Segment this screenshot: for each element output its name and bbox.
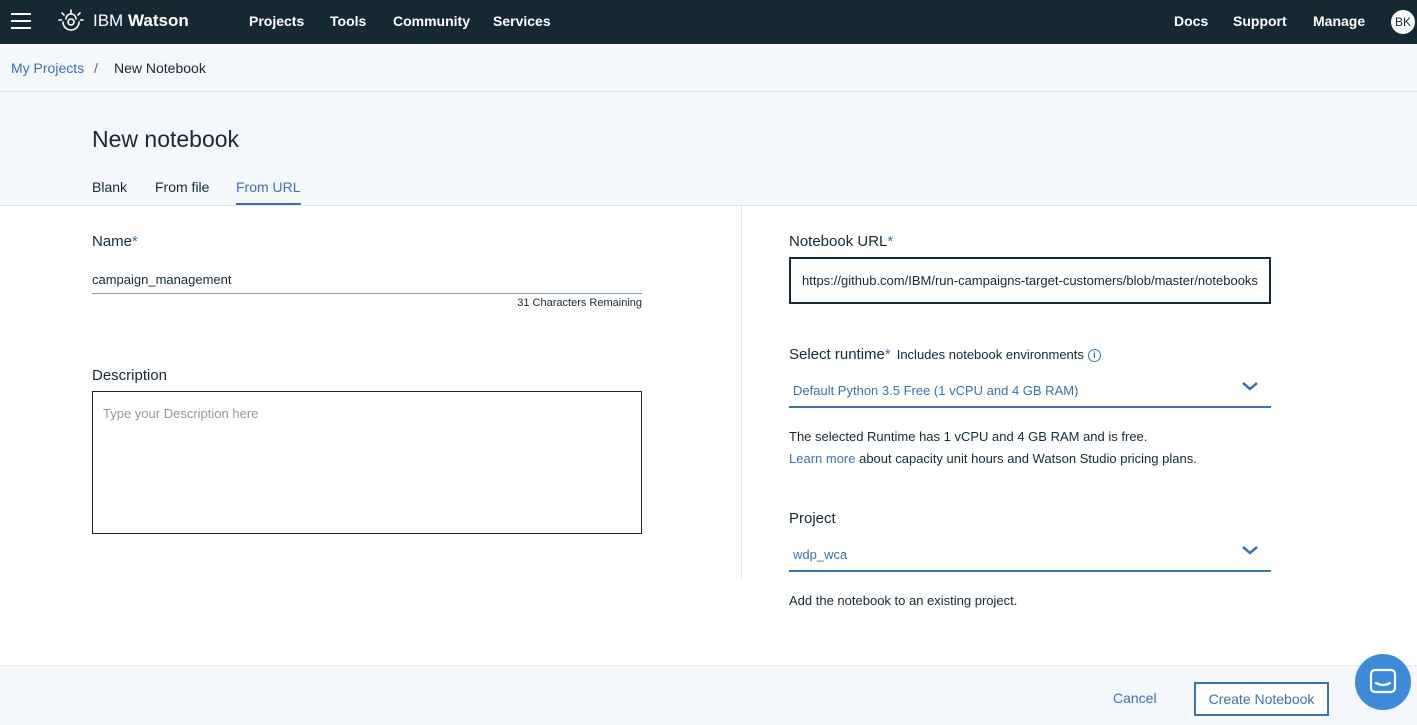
runtime-label: Select runtime* Includes notebook environ… — [789, 346, 1101, 363]
nav-community[interactable]: Community — [393, 13, 470, 29]
pricing-help: Learn more about capacity unit hours and… — [789, 451, 1197, 466]
project-label: Project — [789, 510, 836, 527]
tab-blank[interactable]: Blank — [92, 179, 127, 203]
tab-from-url[interactable]: From URL — [236, 179, 301, 205]
learn-more-link[interactable]: Learn more — [789, 451, 855, 466]
breadcrumb-current: New Notebook — [114, 60, 206, 76]
nav-support[interactable]: Support — [1233, 13, 1287, 29]
runtime-select[interactable]: Default Python 3.5 Free (1 vCPU and 4 GB… — [789, 372, 1271, 408]
project-help: Add the notebook to an existing project. — [789, 593, 1018, 608]
page-header: New notebook Blank From file From URL — [0, 92, 1417, 206]
chat-button[interactable] — [1355, 654, 1411, 710]
cancel-button[interactable]: Cancel — [1113, 690, 1157, 706]
runtime-select-value: Default Python 3.5 Free (1 vCPU and 4 GB… — [793, 383, 1079, 398]
chevron-down-icon — [1242, 382, 1258, 391]
runtime-help: The selected Runtime has 1 vCPU and 4 GB… — [789, 429, 1148, 444]
runtime-hint: Includes notebook environments — [896, 347, 1084, 362]
nav-tools[interactable]: Tools — [330, 13, 366, 29]
nav-manage[interactable]: Manage — [1313, 13, 1365, 29]
chat-icon — [1369, 668, 1397, 694]
description-textarea[interactable] — [92, 391, 642, 534]
chars-remaining: 31 Characters Remaining — [517, 297, 642, 309]
watson-logo-icon[interactable] — [57, 8, 85, 36]
info-icon[interactable]: i — [1087, 349, 1101, 362]
breadcrumb-separator: / — [94, 60, 98, 76]
column-divider — [741, 206, 742, 578]
nav-docs[interactable]: Docs — [1174, 13, 1208, 29]
footer-actions: Cancel Create Notebook — [0, 665, 1417, 725]
project-select-value: wdp_wca — [793, 547, 848, 562]
breadcrumb-my-projects[interactable]: My Projects — [11, 60, 84, 76]
notebook-url-label: Notebook URL* — [789, 233, 894, 250]
tab-from-file[interactable]: From file — [155, 179, 209, 203]
project-select[interactable]: wdp_wca — [789, 536, 1271, 572]
menu-icon[interactable] — [11, 13, 31, 30]
name-input[interactable] — [92, 266, 642, 294]
description-label: Description — [92, 367, 168, 384]
top-navbar: IBM Watson Projects Tools Community Serv… — [0, 0, 1417, 44]
notebook-url-input[interactable] — [789, 257, 1271, 304]
brand-title[interactable]: IBM Watson — [93, 11, 189, 31]
page-title: New notebook — [92, 126, 240, 152]
name-label: Name* — [92, 233, 138, 250]
create-notebook-button[interactable]: Create Notebook — [1194, 682, 1329, 716]
breadcrumb: My Projects / New Notebook — [0, 44, 1417, 92]
chevron-down-icon — [1242, 546, 1258, 555]
avatar[interactable]: BK — [1391, 10, 1415, 34]
nav-services[interactable]: Services — [493, 13, 551, 29]
nav-projects[interactable]: Projects — [249, 13, 304, 29]
